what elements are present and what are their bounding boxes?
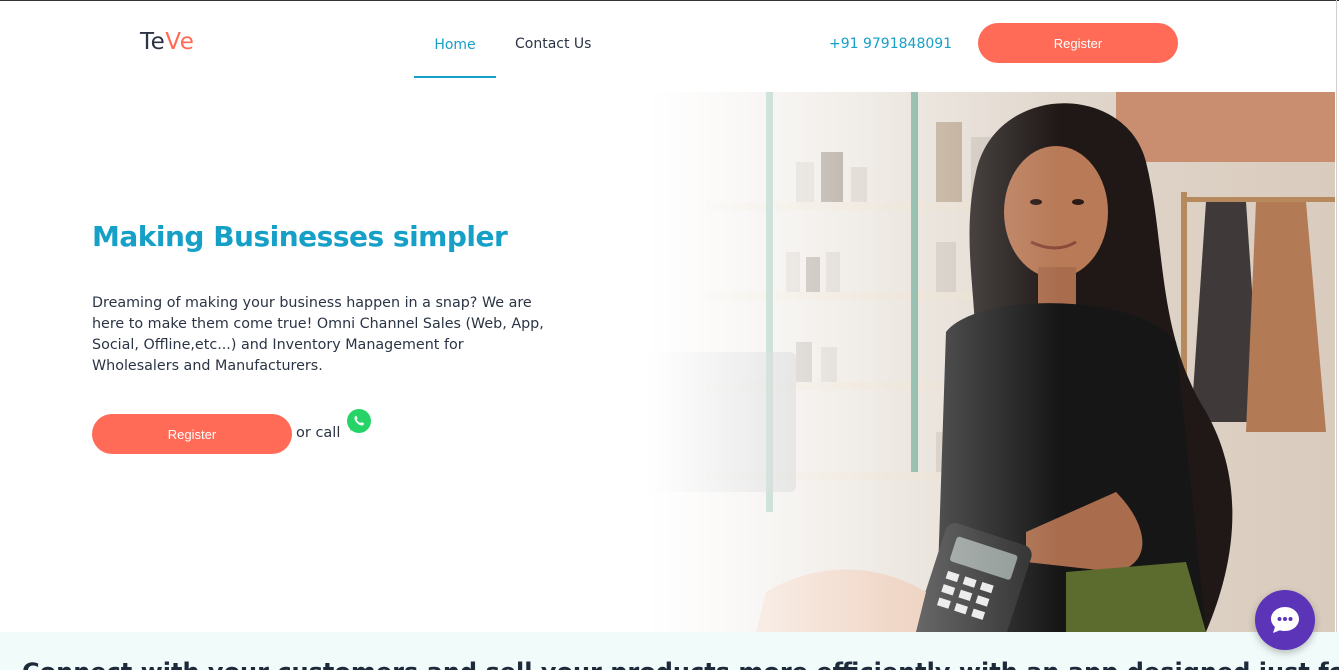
band-heading: Connect with your customers and sell you… bbox=[22, 658, 1339, 670]
logo[interactable]: TeVe bbox=[140, 29, 194, 55]
nav-active-indicator bbox=[414, 76, 496, 78]
or-call-text: or call bbox=[296, 425, 341, 441]
nav-contact-link[interactable]: Contact Us bbox=[515, 36, 591, 52]
nav-home-link[interactable]: Home bbox=[414, 0, 496, 78]
features-band: Connect with your customers and sell you… bbox=[0, 632, 1339, 670]
header-register-button[interactable]: Register bbox=[978, 23, 1178, 63]
logo-part-1: Te bbox=[140, 29, 166, 55]
phone-link[interactable]: +91 9791848091 bbox=[829, 36, 952, 52]
hero-image bbox=[646, 92, 1335, 632]
logo-part-2: Ve bbox=[165, 29, 195, 55]
top-border bbox=[0, 0, 1339, 1]
scrollbar-edge bbox=[1336, 0, 1337, 640]
whatsapp-icon[interactable] bbox=[346, 408, 372, 434]
chat-button[interactable] bbox=[1255, 590, 1315, 650]
hero-register-button[interactable]: Register bbox=[92, 414, 292, 454]
chat-icon bbox=[1271, 607, 1299, 633]
hero-title: Making Businesses simpler bbox=[92, 220, 508, 253]
hero-description: Dreaming of making your business happen … bbox=[92, 295, 544, 374]
